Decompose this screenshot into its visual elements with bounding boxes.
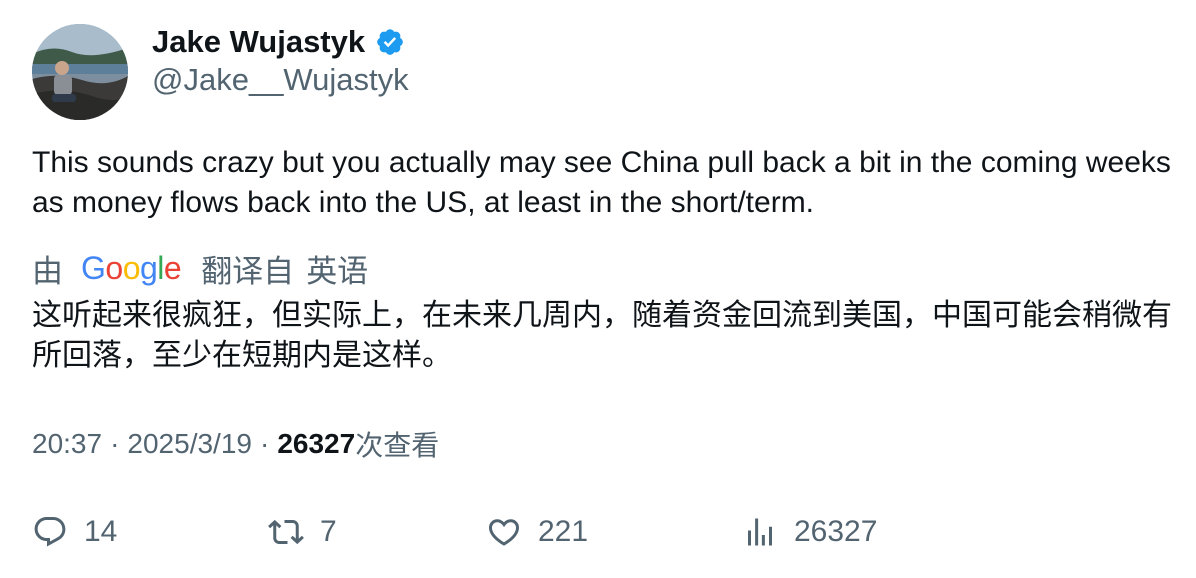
- display-name-row: Jake Wujastyk: [152, 22, 405, 62]
- retweet-button[interactable]: 7: [268, 510, 337, 554]
- verified-badge-icon[interactable]: [375, 27, 405, 57]
- tweet-date[interactable]: 2025/3/19: [127, 428, 252, 460]
- tweet-meta: 20:37 · 2025/3/19 · 26327 次查看: [32, 424, 439, 464]
- translated-text: 这听起来很疯狂，但实际上，在未来几周内，随着资金回流到美国，中国可能会稍微有所回…: [32, 299, 1172, 372]
- views-label: 次查看: [355, 430, 440, 461]
- like-button[interactable]: 221: [486, 510, 588, 554]
- translation-attribution: 由 Google 翻译自 英语: [32, 248, 369, 289]
- reply-button[interactable]: 14: [32, 510, 117, 554]
- views-button[interactable]: 26327: [742, 510, 877, 554]
- avatar-photo: [32, 24, 128, 120]
- google-logo[interactable]: Google: [81, 250, 182, 287]
- heart-icon: [486, 514, 522, 550]
- retweet-count: 7: [320, 515, 337, 548]
- views-count: 26327: [277, 428, 356, 459]
- handle[interactable]: @Jake__Wujastyk: [152, 62, 409, 98]
- views-action-count: 26327: [794, 515, 878, 548]
- meta-separator: ·: [259, 428, 270, 459]
- display-name[interactable]: Jake Wujastyk: [152, 24, 365, 60]
- reply-count: 14: [84, 515, 118, 548]
- source-language: 英语: [306, 253, 369, 289]
- views-chart-icon: [742, 514, 778, 550]
- meta-separator: ·: [110, 428, 120, 459]
- translated-from-label: 翻译自: [201, 253, 295, 289]
- action-bar: 14 7 221 26327: [32, 510, 1172, 554]
- retweet-icon: [268, 514, 304, 550]
- tweet-time[interactable]: 20:37: [32, 428, 102, 460]
- translated-by-label: 由: [32, 253, 63, 289]
- avatar[interactable]: [32, 24, 128, 120]
- reply-icon: [32, 514, 68, 550]
- tweet-text: This sounds crazy but you actually may s…: [32, 146, 1171, 219]
- like-count: 221: [538, 515, 589, 548]
- tweet-card: Jake Wujastyk @Jake__Wujastyk This sound…: [0, 0, 1196, 578]
